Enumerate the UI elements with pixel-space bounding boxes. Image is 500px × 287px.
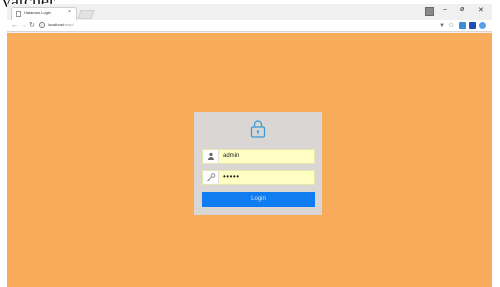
tab-strip: Halaman Login × – ø ✕ (7, 4, 492, 20)
profile-icon[interactable] (425, 7, 434, 16)
browser-window: Halaman Login × – ø ✕ ← → ↻ i localhost/… (7, 4, 492, 287)
minimize-button[interactable]: – (443, 6, 447, 13)
user-icon (203, 150, 219, 163)
close-window-button[interactable]: ✕ (478, 6, 484, 14)
url-path: /smp/ (63, 22, 74, 27)
extension-circle-icon[interactable] (479, 22, 486, 29)
tab-title: Halaman Login (24, 10, 51, 15)
reload-icon[interactable]: ↻ (29, 21, 35, 30)
key-icon (203, 171, 219, 184)
page-favicon-icon (16, 11, 21, 17)
password-field[interactable]: ••••• (202, 170, 315, 185)
login-card: admin ••••• Login (194, 112, 322, 215)
address-bar[interactable]: i localhost/smp/ (39, 22, 434, 30)
login-button[interactable]: Login (202, 192, 315, 207)
star-icon[interactable]: ☆ (448, 21, 454, 30)
password-value: ••••• (223, 172, 240, 181)
extension-square-icon[interactable] (469, 22, 476, 29)
address-url: localhost/smp/ (48, 22, 74, 27)
url-host: localhost (48, 22, 64, 27)
forward-arrow-icon[interactable]: → (20, 21, 27, 30)
extension-s-icon[interactable] (459, 22, 466, 29)
padlock-icon (250, 120, 266, 138)
filter-icon[interactable]: ▼ (439, 22, 445, 31)
browser-toolbar: ← → ↻ i localhost/smp/ ▼ ☆ (7, 20, 492, 32)
username-value: admin (223, 153, 240, 159)
tab-close-icon[interactable]: × (68, 9, 71, 15)
username-field[interactable]: admin (202, 149, 315, 164)
restore-button[interactable]: ø (460, 6, 464, 13)
new-tab-button[interactable] (77, 10, 95, 19)
page-viewport: admin ••••• Login (7, 33, 492, 287)
site-info-icon[interactable]: i (39, 22, 45, 28)
browser-tab[interactable]: Halaman Login × (11, 7, 77, 20)
back-arrow-icon[interactable]: ← (11, 21, 18, 30)
